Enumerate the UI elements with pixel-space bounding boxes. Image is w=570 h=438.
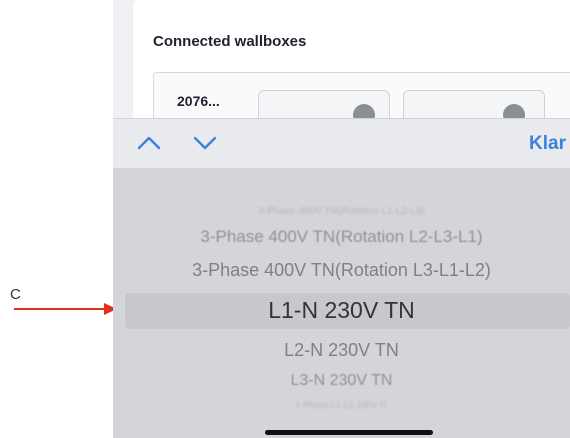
done-button[interactable]: Klar <box>529 133 566 155</box>
chevron-up-icon[interactable] <box>135 129 163 157</box>
picker-option[interactable]: L2-N 230V TN <box>113 340 570 361</box>
wallbox-label[interactable]: 2076... <box>177 93 220 109</box>
option-picker[interactable]: 3-Phase 400V TN(Rotation L1-L2-L3) 3-Pha… <box>113 168 570 438</box>
callout-arrow <box>14 303 117 315</box>
picker-option[interactable]: 3-Phase 400V TN(Rotation L2-L3-L1) <box>113 227 570 247</box>
phone-screen: Connected wallboxes 2076... Klar 3-Phase… <box>113 0 570 438</box>
picker-selected-option[interactable]: L1-N 230V TN <box>113 297 570 324</box>
picker-option[interactable]: 1-Phase L1-L2 230V IT <box>113 400 570 410</box>
picker-option[interactable]: L3-N 230V TN <box>113 372 570 390</box>
picker-option[interactable]: 3-Phase 400V TN(Rotation L3-L1-L2) <box>113 260 570 281</box>
home-indicator <box>265 430 433 435</box>
section-title: Connected wallboxes <box>153 33 307 50</box>
picker-toolbar: Klar <box>113 118 570 169</box>
chevron-down-icon[interactable] <box>191 129 219 157</box>
picker-option[interactable]: 3-Phase 400V TN(Rotation L1-L2-L3) <box>113 206 570 217</box>
